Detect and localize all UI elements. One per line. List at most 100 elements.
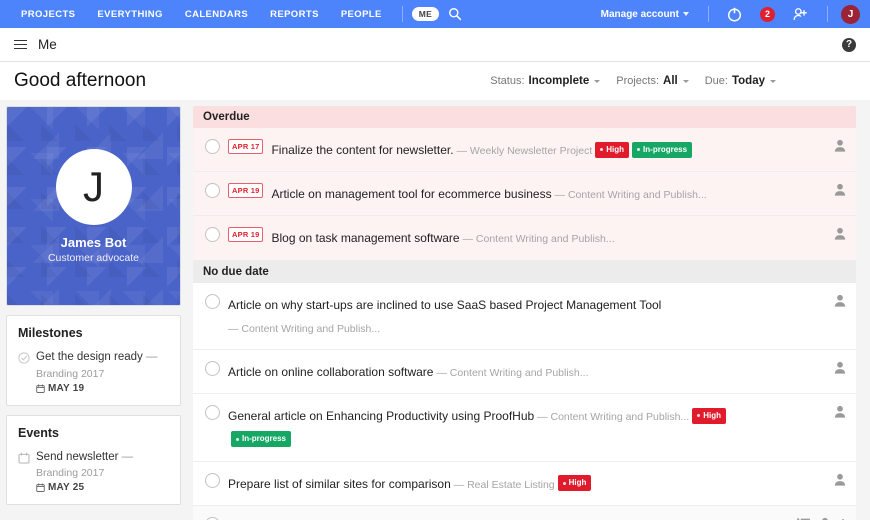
- assignee-person-icon[interactable]: [834, 473, 846, 486]
- task-checkbox[interactable]: [205, 227, 220, 243]
- task-title[interactable]: Article on online collaboration software: [228, 365, 433, 379]
- sub-toolbar: Me ?: [0, 28, 870, 62]
- section-heading-nodue: No due date: [193, 260, 856, 283]
- nav-divider: [401, 6, 403, 22]
- task-row[interactable]: Article on why start-ups are inclined to…: [193, 282, 856, 350]
- more-options-icon[interactable]: [840, 518, 846, 520]
- task-title[interactable]: Article on management tool for ecommerce…: [271, 187, 551, 201]
- milestones-title: Milestones: [18, 326, 83, 340]
- milestone-project: Branding 2017: [36, 367, 105, 380]
- assignee-person-icon[interactable]: [834, 183, 846, 196]
- greeting-filter-bar: Good afternoon Status: Incomplete Projec…: [0, 62, 870, 100]
- nav-item-reports[interactable]: REPORTS: [259, 9, 330, 20]
- check-circle-icon[interactable]: [18, 350, 30, 394]
- assignee-person-icon[interactable]: [834, 294, 846, 307]
- notifications-button[interactable]: 2: [751, 6, 784, 22]
- add-user-icon[interactable]: [784, 7, 818, 21]
- task-title[interactable]: Finalize the content for newsletter.: [271, 143, 453, 157]
- profile-card[interactable]: J James Bot Customer advocate: [6, 106, 181, 306]
- events-title: Events: [18, 425, 59, 440]
- task-title[interactable]: Blog on task management software: [271, 231, 459, 245]
- chevron-down-icon: [683, 12, 689, 16]
- nav-divider-avatar: [827, 6, 828, 22]
- timer-icon[interactable]: [718, 7, 751, 22]
- nav-item-projects[interactable]: PROJECTS: [10, 9, 86, 20]
- event-title-row: Send newsletter —: [36, 450, 169, 466]
- assignee-person-icon[interactable]: [834, 227, 846, 240]
- task-checkbox[interactable]: [205, 516, 220, 520]
- task-checkbox[interactable]: [205, 293, 220, 309]
- calendar-icon: [18, 450, 30, 494]
- task-label-text: In-progress: [242, 434, 287, 444]
- avatar: J: [55, 148, 132, 225]
- task-label-in-progress[interactable]: In-progress: [231, 431, 292, 447]
- milestone-dash: —: [145, 351, 158, 363]
- me-filter-pill[interactable]: ME: [411, 7, 440, 21]
- task-row[interactable]: Article on online collaboration software…: [193, 349, 856, 395]
- nav-item-people[interactable]: PEOPLE: [330, 9, 393, 20]
- assignee-person-icon[interactable]: [834, 361, 846, 374]
- filter-due[interactable]: Due: Today: [705, 75, 776, 87]
- task-content: Blog on task management software — Conte…: [271, 226, 826, 249]
- task-row-actions: [834, 404, 846, 418]
- hamburger-icon[interactable]: [14, 39, 27, 50]
- chevron-down-icon: [594, 79, 601, 83]
- task-checkbox[interactable]: [205, 360, 220, 376]
- nav-item-calendars[interactable]: CALENDARS: [174, 9, 259, 20]
- assignee-person-icon[interactable]: [834, 139, 846, 152]
- task-project-name: — Content Writing and Publish...: [534, 411, 690, 424]
- subtask-list-icon[interactable]: [797, 517, 810, 520]
- task-label-text: In-progress: [643, 144, 688, 154]
- milestones-card: Milestones Get the design ready — Brandi…: [6, 315, 181, 406]
- task-checkbox[interactable]: [205, 139, 220, 154]
- task-content: Article on management tool for ecommerce…: [271, 182, 826, 205]
- manage-account-button[interactable]: Manage account: [601, 9, 699, 20]
- label-dot-icon: [600, 148, 604, 152]
- milestone-item[interactable]: Get the design ready — Branding 2017 MAY…: [18, 350, 169, 394]
- task-row[interactable]: Preparation of short form content — Real…: [193, 505, 856, 520]
- search-icon[interactable]: [448, 7, 462, 21]
- filter-status[interactable]: Status: Incomplete: [490, 75, 601, 87]
- task-label-text: High: [703, 411, 722, 421]
- nav-item-everything[interactable]: EVERYTHING: [86, 9, 173, 20]
- task-row[interactable]: APR 19 Article on management tool for eco…: [193, 172, 856, 217]
- task-content: Article on online collaboration software…: [228, 360, 826, 383]
- calendar-icon: [36, 383, 45, 393]
- task-content: Article on why start-ups are inclined to…: [228, 293, 826, 339]
- task-title[interactable]: Article on why start-ups are inclined to…: [228, 298, 661, 312]
- event-dash: —: [121, 450, 134, 463]
- event-title: Send newsletter: [36, 450, 119, 463]
- task-label-high[interactable]: High: [692, 408, 727, 424]
- task-checkbox[interactable]: [205, 472, 220, 488]
- milestone-body: Get the design ready — Branding 2017 MAY…: [36, 350, 169, 394]
- task-row-actions: [834, 293, 846, 307]
- task-label-in-progress[interactable]: In-progress: [632, 141, 693, 158]
- filter-projects[interactable]: Projects: All: [616, 75, 689, 87]
- filter-projects-value: All: [663, 75, 678, 87]
- task-checkbox[interactable]: [205, 183, 220, 199]
- task-row[interactable]: General article on Enhancing Productivit…: [193, 394, 856, 462]
- task-row[interactable]: APR 17 Finalize the content for newslette…: [193, 128, 856, 173]
- assignee-person-icon[interactable]: [834, 405, 846, 418]
- task-label-high[interactable]: High: [595, 141, 630, 158]
- task-row[interactable]: APR 19 Blog on task management software —…: [193, 216, 856, 261]
- calendar-icon: [36, 483, 45, 492]
- task-title[interactable]: General article on Enhancing Productivit…: [228, 409, 534, 423]
- task-project-name: — Content Writing and Publish...: [551, 189, 707, 202]
- notification-badge: 2: [760, 6, 775, 22]
- task-label-high[interactable]: High: [557, 475, 592, 492]
- task-content: Preparation of short form content — Real…: [228, 516, 789, 520]
- task-row-actions: [834, 138, 846, 152]
- events-card: Events Send newsletter — Branding 2017 M…: [6, 414, 181, 506]
- task-row[interactable]: Prepare list of similar sites for compar…: [193, 461, 856, 506]
- event-item[interactable]: Send newsletter — Branding 2017 MAY 25: [18, 450, 169, 494]
- user-avatar[interactable]: J: [841, 4, 860, 24]
- assignee-person-icon[interactable]: [819, 517, 831, 520]
- label-dot-icon: [697, 414, 701, 418]
- task-title[interactable]: Prepare list of similar sites for compar…: [228, 477, 451, 491]
- nav-divider-right: [708, 6, 709, 22]
- help-icon[interactable]: ?: [842, 37, 856, 52]
- task-project-name: — Weekly Newsletter Project: [453, 145, 593, 157]
- task-project-name: — Real Estate Listing: [450, 478, 555, 491]
- task-checkbox[interactable]: [205, 405, 220, 421]
